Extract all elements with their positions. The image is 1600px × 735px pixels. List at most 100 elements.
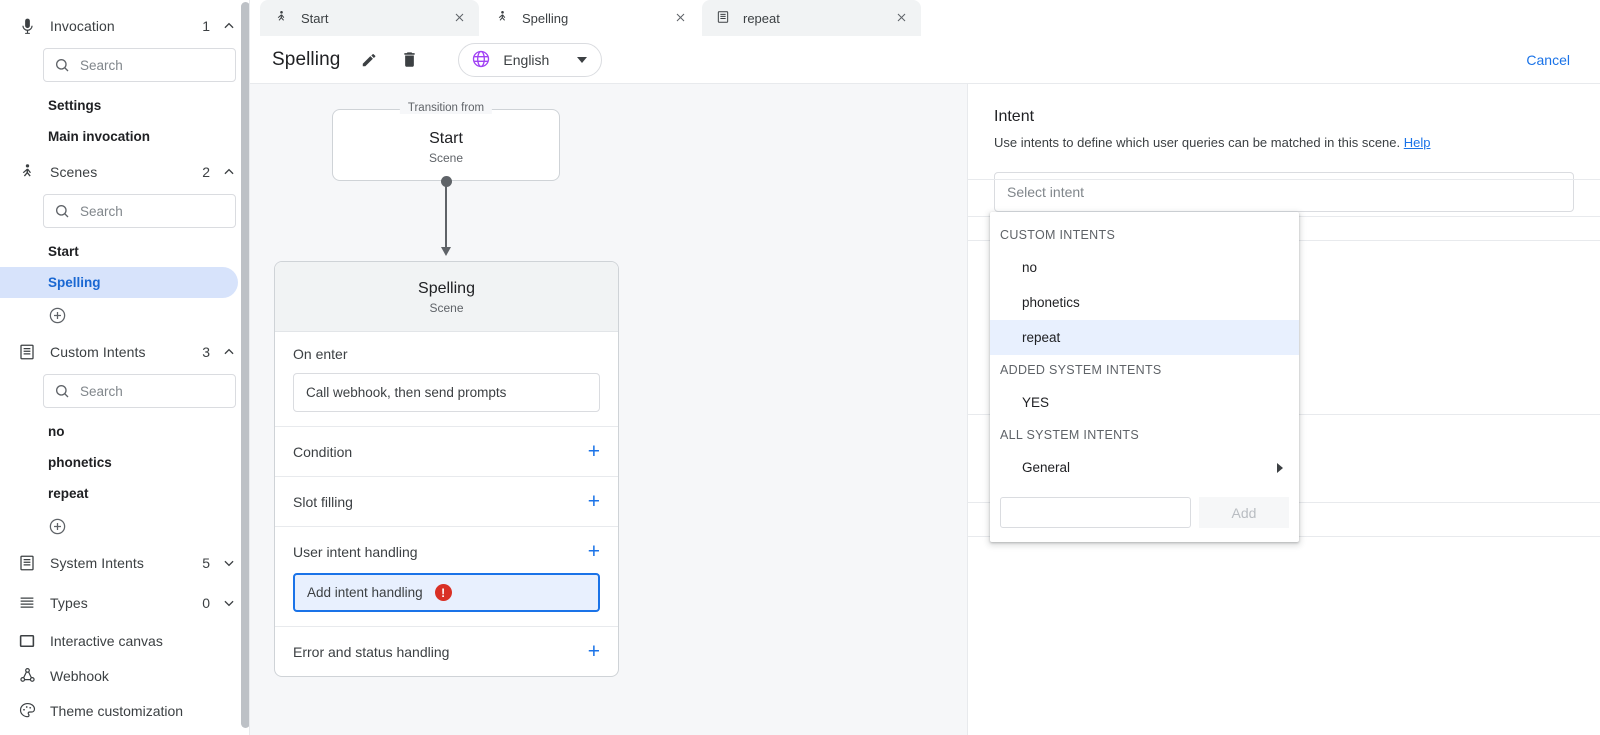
cancel-button[interactable]: Cancel xyxy=(1518,46,1578,74)
scene-icon xyxy=(274,10,290,26)
scene-card-header[interactable]: Spelling Scene xyxy=(275,262,618,332)
sidebar-group-label: Types xyxy=(50,595,202,611)
sidebar-group-count: 1 xyxy=(202,18,210,34)
on-enter-value[interactable]: Call webhook, then send prompts xyxy=(293,373,600,412)
sidebar-item-account-linking[interactable]: Account linking xyxy=(0,728,250,735)
dropdown-footer: Add xyxy=(990,485,1299,542)
tab-spelling[interactable]: Spelling xyxy=(481,0,700,36)
sidebar-item-webhook[interactable]: Webhook xyxy=(0,658,250,693)
sidebar-item-label: repeat xyxy=(48,486,89,501)
add-scene-button[interactable] xyxy=(0,298,250,332)
canvas-icon xyxy=(16,630,38,652)
tab-label: Start xyxy=(301,11,453,26)
trash-icon[interactable] xyxy=(398,49,420,71)
intent-icon xyxy=(16,341,38,363)
sidebar-item-intent-no[interactable]: no xyxy=(0,416,238,447)
close-icon[interactable] xyxy=(453,11,467,25)
sidebar-group-count: 3 xyxy=(202,344,210,360)
sidebar-group-types[interactable]: Types 0 xyxy=(0,583,250,623)
section-title: Condition xyxy=(293,444,588,460)
work-area: Transition from Start Scene Transition t… xyxy=(250,84,1600,735)
sidebar-group-count: 5 xyxy=(202,555,210,571)
sidebar-group-invocation[interactable]: Invocation 1 xyxy=(0,6,250,46)
app-root: Invocation 1 Search Settings Main invoca… xyxy=(0,0,1600,735)
sidebar-item-label: Interactive canvas xyxy=(50,633,236,649)
language-selector[interactable]: English xyxy=(458,43,602,77)
help-link[interactable]: Help xyxy=(1404,135,1431,150)
scene-graph-canvas[interactable]: Transition from Start Scene Transition t… xyxy=(250,84,968,735)
dropdown-group-label-custom: CUSTOM INTENTS xyxy=(990,220,1299,250)
dropdown-item-repeat[interactable]: repeat xyxy=(990,320,1299,355)
intent-panel-header: Intent Use intents to define which user … xyxy=(968,84,1600,150)
search-input-custom-intents[interactable]: Search xyxy=(43,374,236,408)
add-error-handling-icon[interactable]: + xyxy=(588,641,600,662)
chevron-up-icon[interactable] xyxy=(222,345,236,359)
dropdown-group-label-added-system: ADDED SYSTEM INTENTS xyxy=(990,355,1299,385)
close-icon[interactable] xyxy=(895,11,909,25)
webhook-icon xyxy=(16,665,38,687)
intent-icon xyxy=(716,10,732,26)
sidebar-item-label: phonetics xyxy=(48,455,112,470)
sidebar-item-intent-phonetics[interactable]: phonetics xyxy=(0,447,238,478)
chevron-up-icon[interactable] xyxy=(222,19,236,33)
sidebar-group-custom-intents[interactable]: Custom Intents 3 xyxy=(0,332,250,372)
search-placeholder: Search xyxy=(80,204,123,219)
sidebar-item-intent-repeat[interactable]: repeat xyxy=(0,478,238,509)
microphone-icon xyxy=(16,15,38,37)
chevron-down-icon[interactable] xyxy=(222,556,236,570)
dropdown-item-general[interactable]: General xyxy=(990,450,1299,485)
add-slot-filling-icon[interactable]: + xyxy=(588,491,600,512)
chevron-up-icon[interactable] xyxy=(222,165,236,179)
add-intent-handling-icon[interactable]: + xyxy=(588,541,600,562)
sidebar-item-main-invocation[interactable]: Main invocation xyxy=(0,121,238,152)
intent-dropdown-menu: CUSTOM INTENTS no phonetics repeat ADDED… xyxy=(990,212,1299,542)
section-title: Slot filling xyxy=(293,494,588,510)
sidebar-group-count: 0 xyxy=(202,595,210,611)
sidebar-item-label: Main invocation xyxy=(48,129,150,144)
sidebar-item-scene-start[interactable]: Start xyxy=(0,236,238,267)
intent-select[interactable]: Select intent xyxy=(994,172,1574,212)
sidebar-group-label: Invocation xyxy=(50,18,202,34)
sidebar-item-settings[interactable]: Settings xyxy=(0,90,238,121)
scene-icon xyxy=(495,10,511,26)
sidebar-item-scene-spelling[interactable]: Spelling xyxy=(0,267,238,298)
new-intent-input[interactable] xyxy=(1000,497,1191,528)
add-custom-intent-button[interactable] xyxy=(0,509,250,543)
dropdown-item-no[interactable]: no xyxy=(990,250,1299,285)
main-area: Start Spelling repeat xyxy=(250,0,1600,735)
section-on-enter: On enter Call webhook, then send prompts xyxy=(275,332,618,427)
from-node-subtitle: Scene xyxy=(333,151,559,165)
sidebar-item-interactive-canvas[interactable]: Interactive canvas xyxy=(0,623,250,658)
close-icon[interactable] xyxy=(674,11,688,25)
scene-card: Transition to Spelling Scene On enter Ca… xyxy=(274,261,619,677)
add-intent-button[interactable]: Add xyxy=(1199,497,1289,528)
dropdown-item-label: no xyxy=(1022,260,1037,275)
section-title: On enter xyxy=(293,346,600,362)
dropdown-item-label: General xyxy=(1022,460,1070,475)
scene-icon xyxy=(16,161,38,183)
add-condition-icon[interactable]: + xyxy=(588,441,600,462)
section-title: User intent handling xyxy=(293,544,588,560)
tab-start[interactable]: Start xyxy=(260,0,479,36)
connector-arrow xyxy=(441,247,451,256)
error-badge-icon: ! xyxy=(435,584,452,601)
dropdown-item-yes[interactable]: YES xyxy=(990,385,1299,420)
search-input-scenes[interactable]: Search xyxy=(43,194,236,228)
sidebar-item-theme-customization[interactable]: Theme customization xyxy=(0,693,250,728)
sidebar-item-label: Webhook xyxy=(50,668,236,684)
chevron-down-icon[interactable] xyxy=(222,596,236,610)
sidebar-group-label: Custom Intents xyxy=(50,344,202,360)
sidebar-item-label: Start xyxy=(48,244,79,259)
tab-label: Spelling xyxy=(522,11,674,26)
transition-from-node[interactable]: Transition from Start Scene xyxy=(332,109,560,181)
tab-repeat[interactable]: repeat xyxy=(702,0,921,36)
sidebar-group-system-intents[interactable]: System Intents 5 xyxy=(0,543,250,583)
sidebar-group-scenes[interactable]: Scenes 2 xyxy=(0,152,250,192)
dropdown-item-label: repeat xyxy=(1022,330,1060,345)
sidebar-item-label: Theme customization xyxy=(50,703,236,719)
pencil-icon[interactable] xyxy=(358,49,380,71)
panel-description-text: Use intents to define which user queries… xyxy=(994,135,1400,150)
dropdown-item-phonetics[interactable]: phonetics xyxy=(990,285,1299,320)
search-input-invocation[interactable]: Search xyxy=(43,48,236,82)
add-intent-handling-chip[interactable]: Add intent handling ! xyxy=(293,573,600,612)
